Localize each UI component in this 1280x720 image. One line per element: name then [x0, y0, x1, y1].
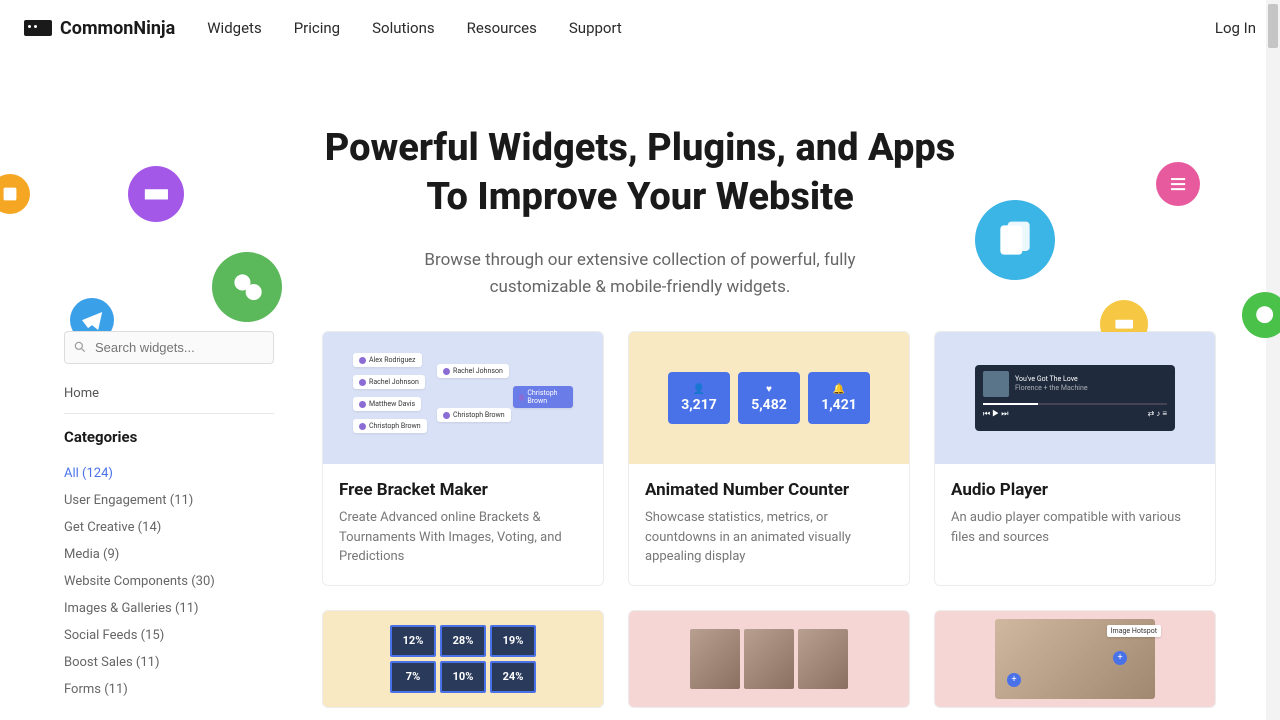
cards-row-2: 12%28%19% 7%10%24% Image Hotspot	[322, 610, 1216, 708]
category-item[interactable]: Get Creative (14)	[64, 514, 274, 541]
bracket-chip: Matthew Davis	[353, 397, 421, 411]
category-item[interactable]: Images & Galleries (11)	[64, 595, 274, 622]
category-item[interactable]: All (124)	[64, 460, 274, 487]
logo[interactable]: CommonNinja	[24, 18, 175, 39]
whatsapp-icon	[1242, 292, 1280, 338]
card-image: 👤3,217♥5,482🔔1,421	[629, 332, 909, 464]
photo-thumb-icon	[798, 629, 848, 689]
percentage-cell: 28%	[440, 625, 486, 657]
album-cover-icon	[983, 371, 1009, 397]
hotspot-pin-icon: +	[1007, 673, 1021, 687]
header: CommonNinja Widgets Pricing Solutions Re…	[0, 0, 1280, 56]
category-item[interactable]: Media (9)	[64, 541, 274, 568]
card-title: Audio Player	[951, 480, 1199, 500]
card-number-counter[interactable]: 👤3,217♥5,482🔔1,421 Animated Number Count…	[628, 331, 910, 586]
main-nav: Widgets Pricing Solutions Resources Supp…	[207, 19, 1215, 37]
card-photo-collage[interactable]	[628, 610, 910, 708]
hotspot-label: Image Hotspot	[1107, 625, 1161, 637]
audio-illustration: You've Got The Love Florence + the Machi…	[975, 365, 1175, 431]
card-audio-player[interactable]: You've Got The Love Florence + the Machi…	[934, 331, 1216, 586]
card-desc: Showcase statistics, metrics, or countdo…	[645, 508, 893, 567]
category-item[interactable]: Boost Sales (11)	[64, 649, 274, 676]
cards-star-icon	[975, 200, 1055, 280]
card-bracket-maker[interactable]: Alex Rodriguez Rachel Johnson Matthew Davi…	[322, 331, 604, 586]
list-icon	[1156, 162, 1200, 206]
main-content: Home Categories All (124)User Engagement…	[0, 331, 1280, 708]
chat-thumbs-icon	[212, 252, 282, 322]
logo-icon	[24, 20, 52, 36]
card-desc: Create Advanced online Brackets & Tourna…	[339, 508, 587, 567]
cards-row-1: Alex Rodriguez Rachel Johnson Matthew Davi…	[322, 331, 1216, 586]
counter-box: 🔔1,421	[808, 372, 870, 424]
category-item[interactable]: Website Components (30)	[64, 568, 274, 595]
card-title: Free Bracket Maker	[339, 480, 587, 500]
card-desc: An audio player compatible with various …	[951, 508, 1199, 547]
audio-artist: Florence + the Machine	[1015, 384, 1088, 393]
hero: Powerful Widgets, Plugins, and Apps To I…	[0, 56, 1280, 331]
progress-bar-icon	[983, 403, 1167, 405]
card-image: Alex Rodriguez Rachel Johnson Matthew Davi…	[323, 332, 603, 464]
hero-title-line1: Powerful Widgets, Plugins, and Apps	[325, 126, 956, 170]
percentage-cell: 19%	[490, 625, 536, 657]
nav-resources[interactable]: Resources	[467, 19, 537, 37]
bracket-chip: Rachel Johnson	[437, 364, 509, 378]
bracket-chip: Rachel Johnson	[353, 375, 425, 389]
percentage-illustration: 12%28%19% 7%10%24%	[390, 625, 536, 693]
nav-solutions[interactable]: Solutions	[372, 19, 435, 37]
bracket-chip: Christoph Brown	[513, 386, 573, 408]
percentage-cell: 12%	[390, 625, 436, 657]
card-image-hotspot[interactable]: Image Hotspot + +	[934, 610, 1216, 708]
card-image: You've Got The Love Florence + the Machi…	[935, 332, 1215, 464]
counter-illustration: 👤3,217♥5,482🔔1,421	[668, 372, 870, 424]
search-wrap	[64, 331, 274, 364]
card-image: Image Hotspot + +	[935, 611, 1215, 707]
categories-heading: Categories	[64, 428, 274, 446]
bracket-chip: Alex Rodriguez	[353, 353, 422, 367]
ticket-icon	[128, 166, 184, 222]
nav-support[interactable]: Support	[569, 19, 622, 37]
hero-title: Powerful Widgets, Plugins, and Apps To I…	[0, 124, 1280, 223]
search-icon	[73, 340, 87, 354]
category-list: All (124)User Engagement (11)Get Creativ…	[64, 460, 274, 703]
percentage-cell: 10%	[440, 661, 486, 693]
bracket-illustration: Alex Rodriguez Rachel Johnson Matthew Davi…	[353, 353, 573, 443]
audio-track: You've Got The Love	[1015, 375, 1088, 384]
card-image: 12%28%19% 7%10%24%	[323, 611, 603, 707]
scrollbar-thumb[interactable]	[1268, 4, 1278, 48]
nav-pricing[interactable]: Pricing	[294, 19, 340, 37]
photo-thumb-icon	[744, 629, 794, 689]
nav-widgets[interactable]: Widgets	[207, 19, 261, 37]
sidebar: Home Categories All (124)User Engagement…	[64, 331, 274, 708]
hero-subtitle: Browse through our extensive collection …	[380, 247, 900, 301]
login-link[interactable]: Log In	[1215, 19, 1256, 37]
percentage-cell: 24%	[490, 661, 536, 693]
category-item[interactable]: Forms (11)	[64, 676, 274, 703]
cards-container: Alex Rodriguez Rachel Johnson Matthew Davi…	[322, 331, 1216, 708]
hero-title-line2: To Improve Your Website	[426, 175, 853, 219]
category-item[interactable]: Social Feeds (15)	[64, 622, 274, 649]
brand-text: CommonNinja	[60, 18, 175, 39]
bracket-chip: Christoph Brown	[437, 408, 511, 422]
category-item[interactable]: User Engagement (11)	[64, 487, 274, 514]
photo-illustration	[690, 629, 848, 689]
hotspot-pin-icon: +	[1113, 651, 1127, 665]
sidebar-home[interactable]: Home	[64, 380, 274, 414]
card-image	[629, 611, 909, 707]
card-title: Animated Number Counter	[645, 480, 893, 500]
bracket-chip: Christoph Brown	[353, 419, 427, 433]
hotspot-illustration: Image Hotspot + +	[995, 619, 1155, 699]
percentage-cell: 7%	[390, 661, 436, 693]
card-percentage-grid[interactable]: 12%28%19% 7%10%24%	[322, 610, 604, 708]
counter-box: 👤3,217	[668, 372, 730, 424]
photo-thumb-icon	[690, 629, 740, 689]
counter-box: ♥5,482	[738, 372, 800, 424]
audio-controls-icon: ⏮ ▶ ⏭⇄ ♪ ≡	[983, 409, 1167, 419]
search-input[interactable]	[64, 331, 274, 364]
